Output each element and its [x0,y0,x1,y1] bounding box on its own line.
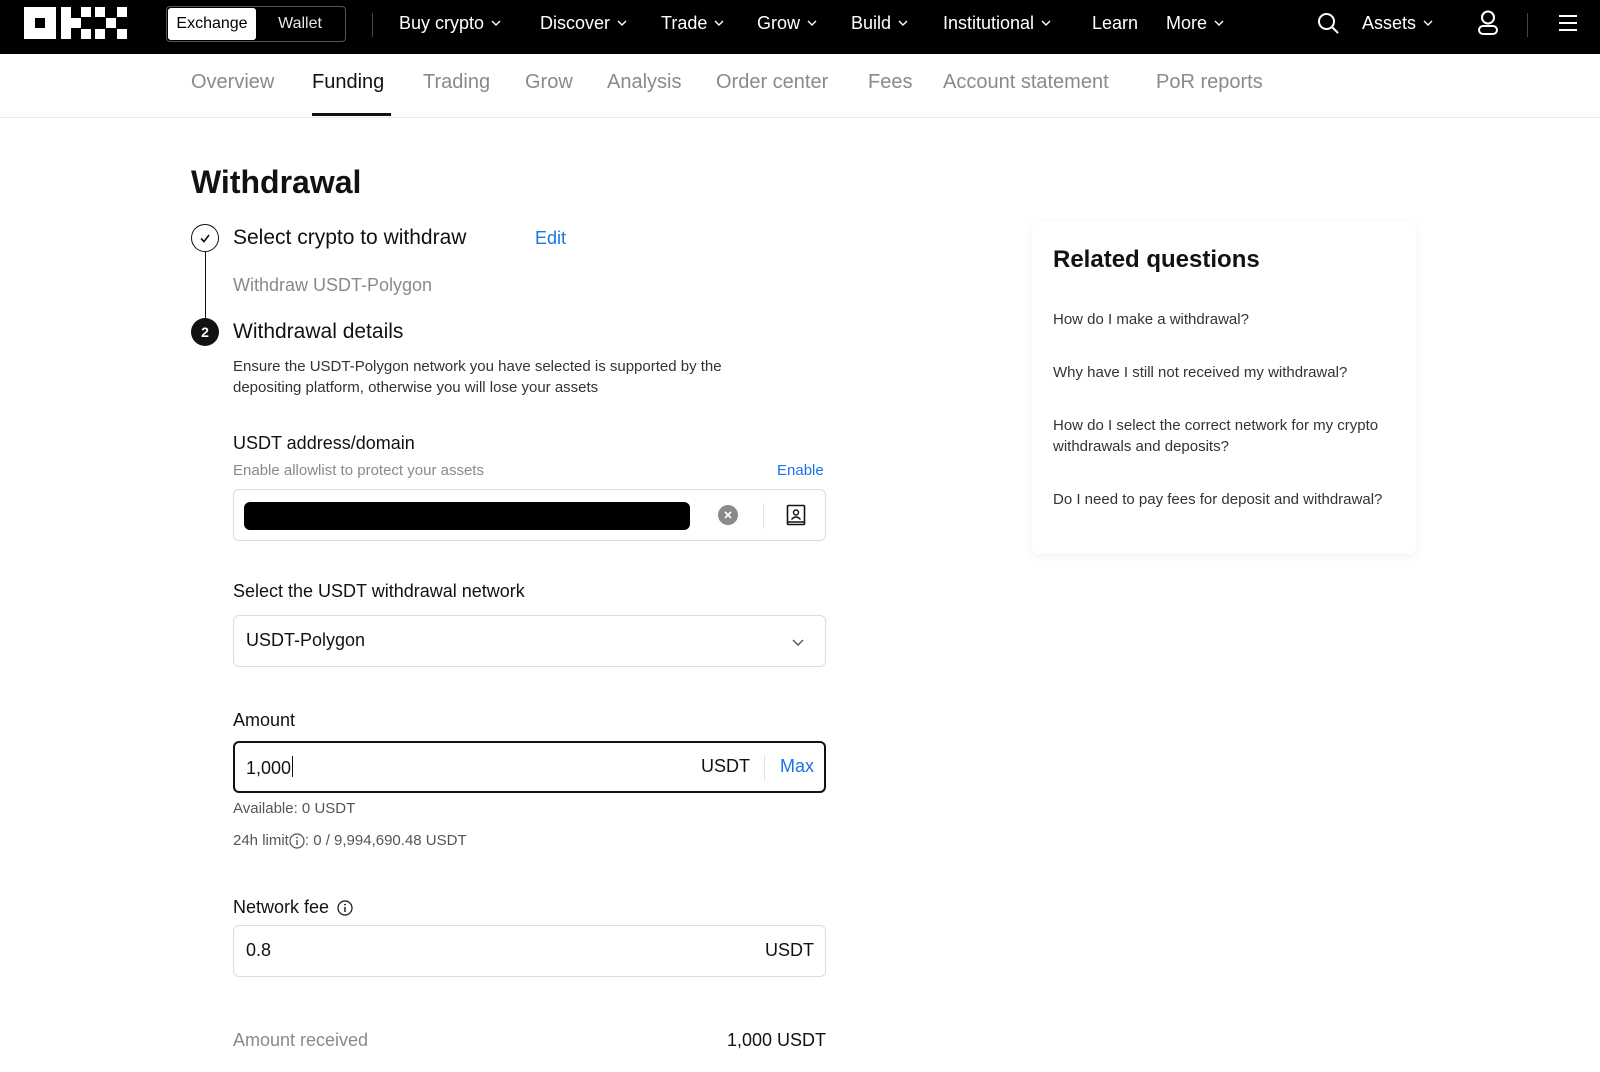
nav-item-label: Institutional [943,12,1035,33]
nav-divider [372,13,373,37]
chevron-down-icon [617,20,627,26]
nav-item-label: Assets [1362,12,1417,33]
chevron-down-icon [491,20,501,26]
chevron-down-icon [898,20,908,26]
info-icon[interactable] [289,832,305,849]
nav-item-label: Build [851,12,892,33]
address-book-icon[interactable] [783,502,809,528]
top-navigation: Exchange Wallet Buy crypto Discover Trad… [0,0,1600,54]
tab-overview[interactable]: Overview [191,71,274,94]
network-select[interactable]: USDT-Polygon [233,615,826,667]
hamburger-icon[interactable] [1555,10,1581,36]
nav-learn[interactable]: Learn [1092,11,1138,35]
nav-item-label: Discover [540,12,611,33]
clear-icon[interactable] [718,505,738,525]
network-label: Select the USDT withdrawal network [233,581,525,601]
step-connector [205,252,206,320]
nav-item-label: Buy crypto [399,12,485,33]
nav-discover[interactable]: Discover [540,11,627,35]
limit-value: : 0 / 9,994,690.48 USDT [304,832,467,849]
amount-unit: USDT [701,756,750,776]
amount-received-label: Amount received [233,1030,369,1050]
chevron-down-icon [714,20,724,26]
available-balance: Available: 0 USDT [233,800,356,817]
exchange-wallet-toggle: Exchange Wallet [166,6,346,42]
nav-divider [1527,13,1528,37]
amount-input[interactable]: 1,000 USDT Max [233,741,826,793]
limit-label: 24h limit [233,832,289,849]
exchange-toggle[interactable]: Exchange [168,8,256,40]
tab-trading[interactable]: Trading [423,71,490,94]
tab-grow[interactable]: Grow [525,71,573,94]
nav-assets[interactable]: Assets [1362,11,1433,35]
nav-item-label: Trade [661,12,708,33]
related-question-link[interactable]: Do I need to pay fees for deposit and wi… [1053,489,1383,510]
account-tabs: Overview Funding Trading Grow Analysis O… [0,54,1600,118]
tab-order-center[interactable]: Order center [716,71,828,94]
amount-value-wrap: 1,000 [246,756,294,779]
enable-allowlist-link[interactable]: Enable [777,462,824,479]
step-1-title: Select crypto to withdraw [233,226,467,249]
network-fee-field: 0.8 USDT [233,925,826,977]
nav-item-label: Learn [1092,12,1139,33]
field-divider [764,755,765,781]
address-value-redacted [244,502,690,530]
network-warning: Ensure the USDT-Polygon network you have… [233,358,722,396]
user-icon[interactable] [1475,10,1501,36]
tab-account-statement[interactable]: Account statement [943,71,1109,94]
edit-crypto-link[interactable]: Edit [535,228,566,249]
related-questions-title: Related questions [1053,246,1260,273]
fee-value: 0.8 [246,940,272,960]
max-button[interactable]: Max [780,756,814,777]
related-question-link[interactable]: How do I make a withdrawal? [1053,309,1383,330]
page-title: Withdrawal [191,164,362,200]
tab-por-reports[interactable]: PoR reports [1156,71,1263,94]
fee-unit: USDT [765,940,814,960]
nav-item-label: Grow [757,12,801,33]
step-2-number: 2 [191,318,219,346]
fee-label-wrap: Network fee [233,897,353,918]
tab-fees[interactable]: Fees [868,71,912,94]
check-icon [191,224,219,252]
chevron-down-icon [1041,20,1051,26]
active-tab-indicator [312,113,391,116]
amount-received-value: 1,000 USDT [726,1030,826,1050]
tab-analysis[interactable]: Analysis [607,71,681,94]
nav-build[interactable]: Build [851,11,908,35]
amount-label: Amount [233,710,296,730]
wallet-toggle[interactable]: Wallet [256,8,344,40]
search-icon[interactable] [1315,10,1341,36]
nav-trade[interactable]: Trade [661,11,724,35]
info-icon[interactable] [337,899,353,916]
tab-funding[interactable]: Funding [312,71,384,94]
chevron-down-icon [807,20,817,26]
chevron-down-icon [1214,20,1224,26]
address-label: USDT address/domain [233,433,415,453]
network-value: USDT-Polygon [246,630,366,650]
nav-institutional[interactable]: Institutional [943,11,1051,35]
nav-item-label: More [1166,12,1208,33]
nav-buy-crypto[interactable]: Buy crypto [399,11,501,35]
related-questions-panel: Related questions How do I make a withdr… [1032,222,1416,554]
nav-grow[interactable]: Grow [757,11,817,35]
selected-crypto: Withdraw USDT-Polygon [233,275,433,295]
fee-label: Network fee [233,897,330,917]
related-question-link[interactable]: How do I select the correct network for … [1053,415,1383,457]
chevron-down-icon [1423,20,1433,26]
allowlist-hint: Enable allowlist to protect your assets [233,462,484,479]
chevron-down-icon [792,639,804,646]
okx-logo[interactable] [24,7,132,41]
text-caret [292,756,294,777]
field-divider [763,503,764,529]
nav-more[interactable]: More [1166,11,1224,35]
related-question-link[interactable]: Why have I still not received my withdra… [1053,362,1383,383]
address-input[interactable] [233,489,826,541]
step-2-title: Withdrawal details [233,320,404,343]
daily-limit: 24h limit : 0 / 9,994,690.48 USDT [233,832,467,849]
amount-value: 1,000 [246,758,292,778]
